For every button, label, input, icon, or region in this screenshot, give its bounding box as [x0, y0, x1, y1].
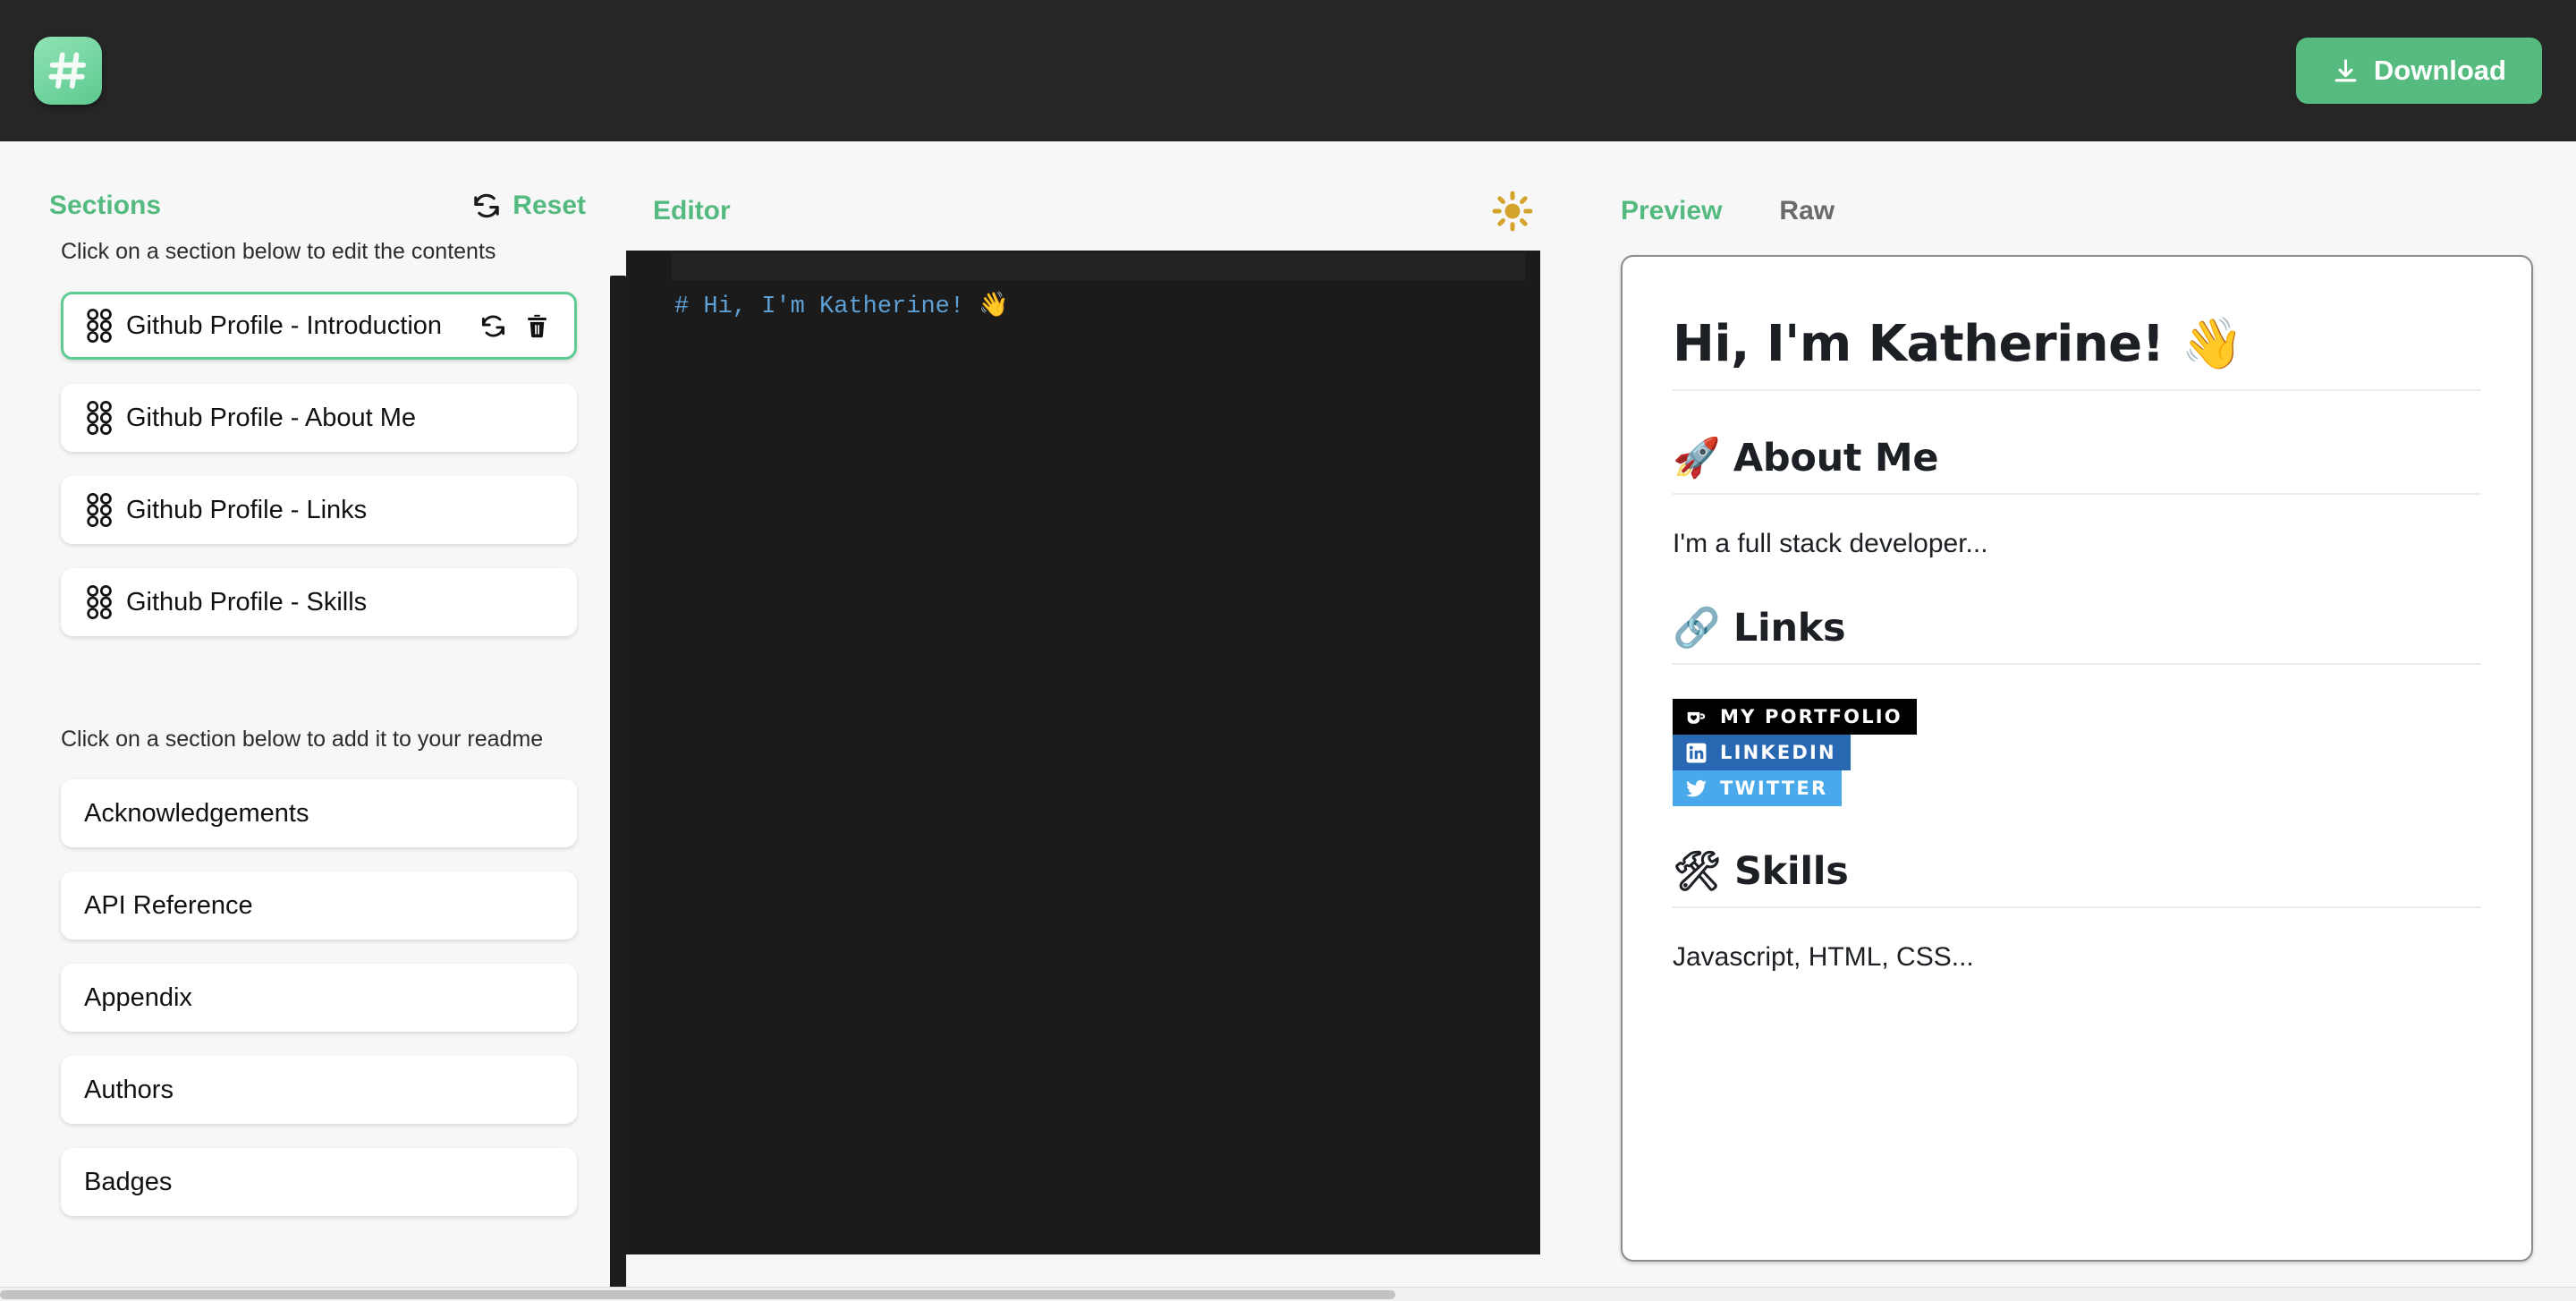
- sidebar-vertical-scrollbar[interactable]: [610, 276, 626, 1301]
- app-logo[interactable]: [34, 37, 102, 105]
- section-item-label: Github Profile - Skills: [126, 587, 368, 616]
- preview-heading-links: 🔗 Links: [1673, 606, 2481, 665]
- editor-panel: Editor # Hi, I'm Katherine! 👋: [626, 141, 1592, 1301]
- drag-handle-icon[interactable]: [85, 307, 112, 344]
- section-item-label: Github Profile - Links: [126, 495, 368, 524]
- section-item-actions: [479, 312, 551, 340]
- preview-title: Hi, I'm Katherine! 👋: [1673, 314, 2481, 391]
- preview-body-about-me: I'm a full stack developer...: [1673, 529, 1988, 558]
- section-item-about-me[interactable]: Github Profile - About Me: [61, 384, 577, 452]
- editor-title: Editor: [653, 196, 731, 225]
- tab-preview[interactable]: Preview: [1621, 196, 1722, 226]
- drag-handle-icon[interactable]: [85, 399, 112, 437]
- linkedin-icon: [1686, 743, 1707, 762]
- markdown-editor[interactable]: # Hi, I'm Katherine! 👋: [626, 251, 1540, 1254]
- theme-toggle-button[interactable]: [1492, 191, 1533, 232]
- badge-linkedin[interactable]: LINKEDIN: [1673, 735, 1851, 770]
- available-section-acknowledgements[interactable]: Acknowledgements: [61, 779, 577, 847]
- hashtag-logo-icon: [48, 52, 87, 89]
- download-button[interactable]: Download: [2295, 38, 2542, 104]
- sections-panel: Sections Reset Click on a section below …: [0, 141, 626, 1301]
- download-icon: [2334, 58, 2357, 81]
- reset-all-button[interactable]: Reset: [471, 191, 586, 221]
- badge-my-portfolio[interactable]: MY PORTFOLIO: [1673, 699, 1917, 735]
- sections-panel-header: Sections Reset: [0, 141, 626, 221]
- section-item-label: Github Profile - About Me: [126, 403, 416, 432]
- drag-handle-icon[interactable]: [85, 491, 112, 529]
- section-item-label: Github Profile - Introduction: [126, 310, 443, 340]
- scrollbar-thumb[interactable]: [0, 1290, 1395, 1299]
- preview-heading-skills: 🛠 Skills: [1673, 849, 2481, 908]
- twitter-icon: [1686, 779, 1707, 796]
- sun-icon: [1492, 191, 1533, 232]
- active-sections-list: Github Profile - Introduction Github Pro…: [0, 265, 626, 636]
- app-header: Download: [0, 0, 2576, 141]
- section-item-skills[interactable]: Github Profile - Skills: [61, 568, 577, 636]
- edit-hint: Click on a section below to edit the con…: [61, 239, 496, 264]
- drag-handle-icon[interactable]: [85, 583, 112, 621]
- editor-panel-header: Editor: [626, 191, 1592, 232]
- tab-raw[interactable]: Raw: [1779, 196, 1835, 226]
- section-item-links[interactable]: Github Profile - Links: [61, 476, 577, 544]
- preview-document: Hi, I'm Katherine! 👋 🚀 About Me I'm a fu…: [1621, 255, 2533, 1262]
- trash-icon[interactable]: [523, 312, 551, 340]
- available-section-appendix[interactable]: Appendix: [61, 964, 577, 1032]
- refresh-icon[interactable]: [479, 312, 507, 340]
- badge-twitter[interactable]: TWITTER: [1673, 770, 1843, 806]
- available-section-badges[interactable]: Badges: [61, 1148, 577, 1216]
- preview-badges: MY PORTFOLIO LINKEDIN TWITTER: [1673, 699, 2481, 806]
- kofi-cup-icon: [1687, 711, 1706, 724]
- page-title: Sections: [49, 191, 162, 220]
- preview-body-skills: Javascript, HTML, CSS...: [1673, 942, 1974, 972]
- editor-toolbar-strip: [672, 253, 1525, 280]
- reset-label: Reset: [513, 191, 586, 220]
- available-section-api-reference[interactable]: API Reference: [61, 872, 577, 940]
- available-sections-list: Acknowledgements API Reference Appendix …: [0, 753, 626, 1216]
- available-section-authors[interactable]: Authors: [61, 1056, 577, 1124]
- preview-panel: Preview Raw Hi, I'm Katherine! 👋 🚀 About…: [1592, 141, 2576, 1301]
- editor-content[interactable]: # Hi, I'm Katherine! 👋: [674, 290, 1009, 320]
- download-button-label: Download: [2373, 55, 2506, 86]
- preview-heading-about-me: 🚀 About Me: [1673, 436, 2481, 495]
- preview-tabs: Preview Raw: [1592, 191, 2533, 232]
- page-horizontal-scrollbar[interactable]: [0, 1287, 2576, 1301]
- add-hint: Click on a section below to add it to yo…: [61, 727, 544, 752]
- refresh-icon: [474, 193, 500, 218]
- page-body: Sections Reset Click on a section below …: [0, 141, 2576, 1301]
- section-item-introduction[interactable]: Github Profile - Introduction: [61, 292, 577, 360]
